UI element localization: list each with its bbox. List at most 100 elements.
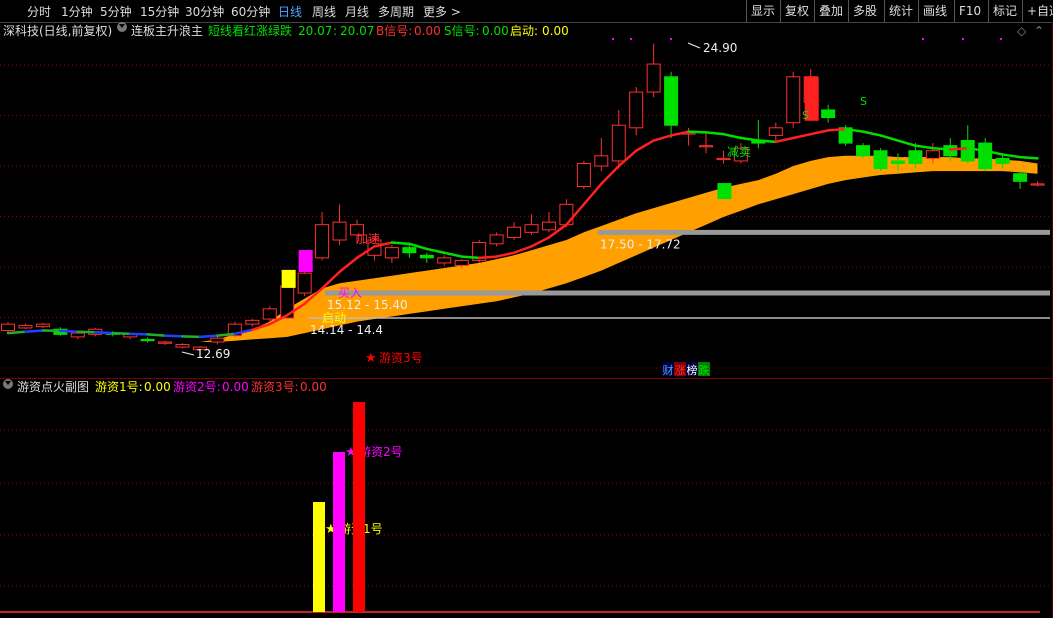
reduce-signal-block bbox=[717, 183, 732, 200]
candle-body bbox=[873, 150, 888, 170]
youzi-bar-label: 游资3号 bbox=[379, 351, 423, 365]
low-price-label: 12.69 bbox=[196, 347, 230, 361]
signal-dot bbox=[670, 38, 672, 40]
high-price-pointer bbox=[687, 42, 701, 49]
ma-line bbox=[338, 256, 359, 274]
ma-line bbox=[722, 132, 743, 140]
candle-body bbox=[594, 155, 609, 167]
ma-line bbox=[792, 132, 812, 140]
candle-body bbox=[454, 259, 469, 266]
youzi-bar-label: 游资2号 bbox=[359, 445, 403, 459]
candle-body bbox=[890, 160, 905, 164]
signal-dot bbox=[922, 38, 924, 40]
ma-line bbox=[739, 136, 760, 142]
ma-line bbox=[181, 335, 202, 339]
candle-body bbox=[507, 226, 522, 238]
candle-body bbox=[262, 308, 277, 320]
ma-line bbox=[530, 236, 551, 248]
ma-line bbox=[757, 139, 778, 144]
ma-line bbox=[774, 136, 795, 144]
start-label: 启动 bbox=[322, 311, 346, 325]
ma-line bbox=[24, 329, 45, 334]
ma-line bbox=[634, 139, 655, 152]
candle-body bbox=[908, 150, 923, 164]
signal-dot bbox=[1000, 38, 1002, 40]
youzi-bar bbox=[353, 402, 365, 612]
buy-signal-block bbox=[298, 250, 313, 273]
candle-body bbox=[960, 140, 975, 162]
candle-body bbox=[541, 221, 556, 231]
rank-badge-text: 财 bbox=[663, 363, 674, 377]
ma-line bbox=[809, 129, 830, 136]
ma-line bbox=[146, 333, 167, 337]
youzi-star: ★ bbox=[365, 351, 377, 366]
ma-line bbox=[704, 131, 725, 136]
candle-body bbox=[332, 221, 347, 241]
candle-body bbox=[297, 272, 312, 294]
support-line-label: 17.50 - 17.72 bbox=[600, 237, 681, 251]
candle-body bbox=[437, 257, 452, 264]
candle-body bbox=[559, 203, 574, 226]
candle-body bbox=[995, 157, 1010, 164]
candle-body bbox=[978, 142, 993, 170]
ma-line bbox=[896, 139, 917, 147]
candle-body bbox=[786, 76, 801, 124]
candle-body bbox=[210, 337, 225, 343]
candle-body bbox=[611, 124, 626, 162]
candle-body bbox=[402, 247, 417, 254]
candle-body bbox=[629, 91, 644, 129]
signal-dot bbox=[612, 38, 614, 40]
signal-dot bbox=[962, 38, 964, 40]
candle-body bbox=[35, 323, 50, 328]
candle-body bbox=[943, 145, 958, 157]
candle-body bbox=[699, 145, 713, 148]
ma-line bbox=[687, 130, 708, 134]
ma-line bbox=[163, 334, 184, 338]
ma-line bbox=[914, 144, 935, 150]
candle-body bbox=[245, 319, 260, 325]
ma-line bbox=[6, 330, 27, 335]
ma-line bbox=[198, 334, 219, 339]
ma-line bbox=[460, 255, 481, 260]
high-price-label: 24.90 bbox=[703, 41, 737, 55]
candle-body bbox=[524, 224, 539, 233]
ma-line bbox=[128, 332, 149, 336]
ma-line bbox=[94, 331, 114, 335]
ma-line bbox=[477, 255, 498, 260]
ma-line bbox=[111, 331, 132, 336]
ma-line bbox=[443, 251, 463, 258]
ma-line bbox=[390, 241, 411, 246]
candle-body bbox=[18, 324, 33, 329]
youzi-bar bbox=[333, 452, 345, 612]
ma-line bbox=[59, 329, 80, 334]
ma-line bbox=[1001, 153, 1022, 159]
candle-body bbox=[419, 254, 434, 259]
kline-chart[interactable]: 17.50 - 17.72 15.12 - 15.40 14.14 - 14.4 24… bbox=[0, 0, 1053, 618]
candle-body bbox=[1013, 173, 1028, 182]
ma-line bbox=[425, 247, 446, 254]
ma-line bbox=[826, 127, 847, 132]
start-signal-block bbox=[281, 269, 296, 288]
candle-body bbox=[140, 338, 155, 342]
ma-line bbox=[949, 146, 969, 151]
ma-line bbox=[582, 182, 603, 206]
candle-body bbox=[315, 224, 330, 259]
rank-badge-text: 榜 bbox=[687, 363, 698, 377]
s-marker-label: S bbox=[802, 109, 809, 122]
candle-body bbox=[768, 127, 783, 136]
ma-line bbox=[931, 146, 952, 151]
reduce-label: 减卖 bbox=[727, 145, 751, 159]
ma-line bbox=[1018, 155, 1039, 160]
signal-dot bbox=[630, 38, 632, 40]
candle-body bbox=[158, 341, 173, 344]
buy-label: 买入 bbox=[338, 286, 362, 300]
ma-line bbox=[879, 134, 900, 142]
candle-body bbox=[925, 150, 940, 159]
candle-body bbox=[576, 162, 591, 187]
candle-body bbox=[1, 323, 15, 332]
candle-body bbox=[856, 145, 871, 157]
rank-badge-text: 涨 bbox=[675, 364, 686, 377]
accelerate-label: 加速 bbox=[356, 232, 380, 246]
support-line-label: 14.14 - 14.4 bbox=[310, 323, 383, 337]
candle-body bbox=[489, 234, 504, 245]
